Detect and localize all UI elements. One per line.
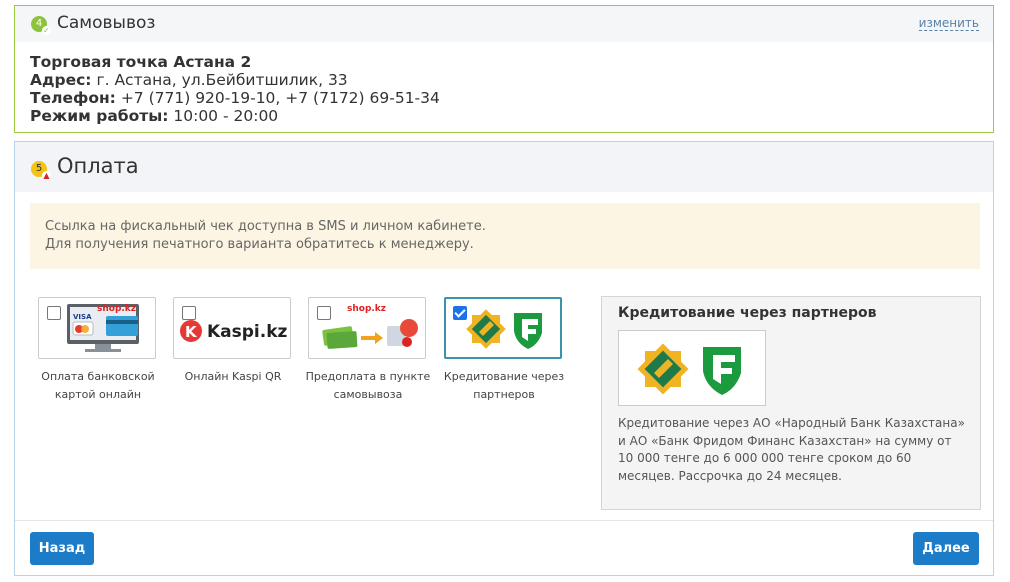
payment-method-partner-credit[interactable] [444, 297, 562, 359]
step-5-badge: 5 ▲ [31, 161, 51, 180]
card-online-caption-line-1: Оплата банковской [41, 370, 155, 383]
prepayment-icon: shop.kz [322, 304, 418, 349]
kaspi-logo-icon: K Kaspi.kz [180, 320, 288, 342]
pickup-section: 4 ✓ Самовывоз изменить Торговая точка Ас… [14, 5, 994, 133]
pickup-info: Торговая точка Астана 2 Адрес: г. Астана… [30, 53, 440, 125]
partner-banks-icon [466, 309, 542, 349]
pickup-title: Самовывоз [57, 13, 156, 33]
prepayment-caption: Предоплата в пункте самовывоза [303, 368, 433, 404]
notice-line-1: Ссылка на фискальный чек доступна в SMS … [45, 219, 486, 234]
payment-method-prepayment[interactable]: shop.kz [308, 297, 426, 359]
phone-label: Телефон: [30, 89, 116, 107]
card-payment-icon: VISA shop.kz [67, 304, 139, 352]
payment-section: 5 ▲ Оплата Ссылка на фискальный чек дост… [14, 141, 994, 576]
partner-credit-caption: Кредитование через партнеров [439, 368, 569, 404]
credit-panel-title: Кредитование через партнеров [618, 305, 877, 321]
partner-credit-caption-line-1: Кредитование через [443, 370, 565, 383]
phone-value: +7 (771) 920-19-10, +7 (7172) 69-51-34 [115, 89, 440, 107]
footer-divider [15, 520, 993, 521]
card-logo-text: shop.kz [97, 304, 136, 314]
partner-banks-large-icon [637, 343, 741, 395]
phone-line: Телефон: +7 (771) 920-19-10, +7 (7172) 6… [30, 89, 440, 107]
address-line: Адрес: г. Астана, ул.Бейбитшилик, 33 [30, 71, 440, 89]
prepayment-caption-line-1: Предоплата в пункте [305, 370, 431, 383]
credit-details-panel: Кредитование через партнеров Кредитовани… [601, 296, 981, 510]
payment-title: Оплата [57, 154, 139, 178]
store-name: Торговая точка Астана 2 [30, 53, 252, 71]
svg-text:VISA: VISA [73, 313, 92, 321]
card-online-caption: Оплата банковской картой онлайн [33, 368, 163, 404]
kaspi-caption-line-1: Онлайн Kaspi QR [184, 370, 282, 383]
prepayment-logo-text: shop.kz [347, 304, 386, 314]
step-4-number: 4 [35, 18, 43, 29]
address-label: Адрес: [30, 71, 92, 89]
payment-header: 5 ▲ Оплата [15, 142, 993, 192]
payment-method-card-online[interactable]: VISA shop.kz [38, 297, 156, 359]
svg-text:K: K [185, 323, 198, 341]
credit-partner-logos [618, 330, 766, 406]
step-5-number: 5 [35, 163, 43, 174]
back-button[interactable]: Назад [30, 532, 94, 565]
hours-value: 10:00 - 20:00 [168, 107, 279, 125]
hours-line: Режим работы: 10:00 - 20:00 [30, 107, 440, 125]
kaspi-logo-text: Kaspi.kz [207, 322, 288, 342]
next-button[interactable]: Далее [913, 532, 979, 565]
hours-label: Режим работы: [30, 107, 169, 125]
pickup-header: 4 ✓ Самовывоз изменить [15, 6, 993, 42]
partner-credit-caption-line-2: партнеров [473, 388, 535, 401]
kaspi-caption: Онлайн Kaspi QR [168, 368, 298, 386]
payment-method-kaspi-qr[interactable]: K Kaspi.kz [173, 297, 291, 359]
fiscal-receipt-notice: Ссылка на фискальный чек доступна в SMS … [30, 203, 980, 269]
address-value: г. Астана, ул.Бейбитшилик, 33 [91, 71, 348, 89]
step-4-badge: 4 ✓ [31, 16, 51, 35]
card-online-caption-line-2: картой онлайн [54, 388, 142, 401]
credit-description: Кредитование через АО «Народный Банк Каз… [618, 416, 965, 483]
change-pickup-link[interactable]: изменить [918, 17, 979, 31]
warning-icon: ▲ [42, 171, 51, 180]
prepayment-caption-line-2: самовывоза [333, 388, 403, 401]
check-icon: ✓ [42, 26, 51, 35]
notice-line-2: Для получения печатного варианта обратит… [45, 237, 474, 252]
